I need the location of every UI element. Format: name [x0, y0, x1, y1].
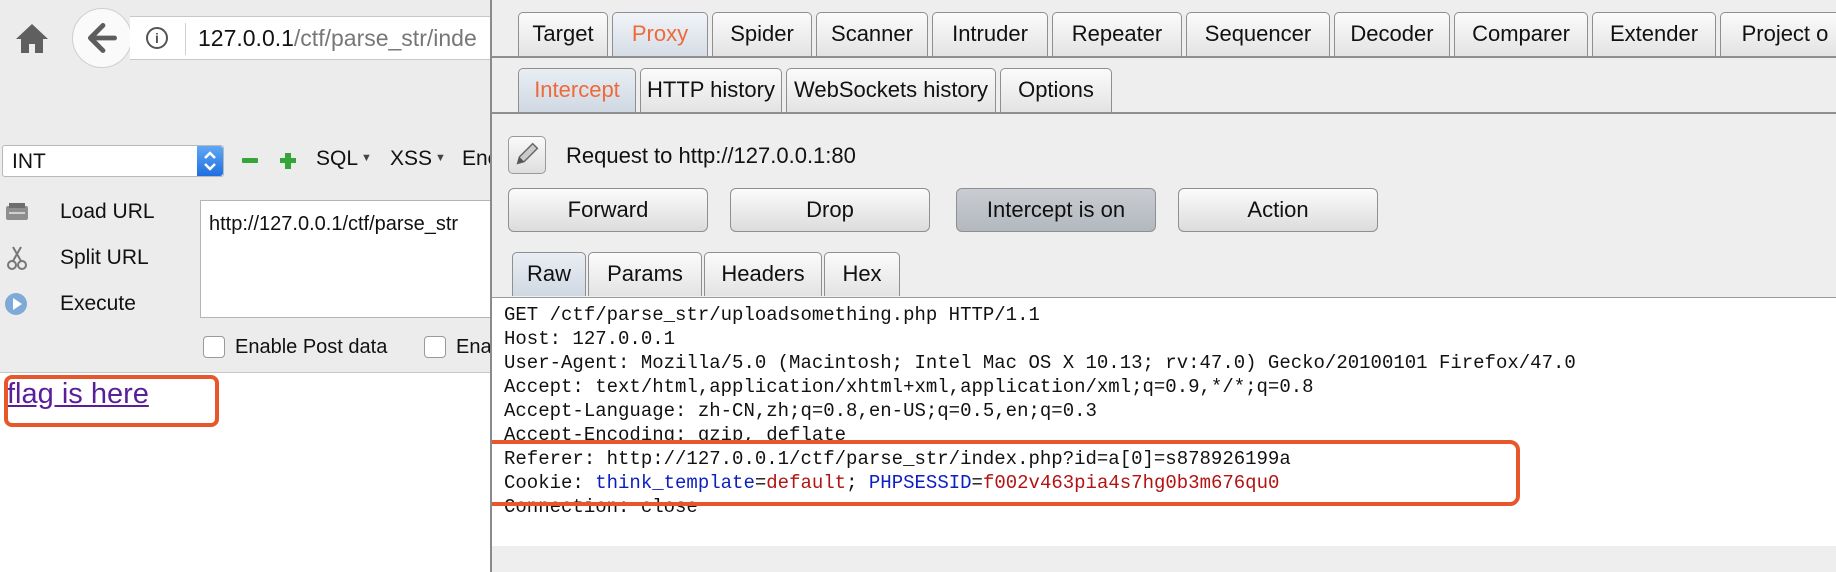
divider [492, 112, 1836, 114]
type-select-value: INT [12, 150, 46, 173]
forward-button[interactable]: Forward [508, 188, 708, 232]
execute-label: Execute [60, 292, 136, 315]
browser-window: i 127.0.0.1/ctf/parse_str/inde INT SQL ▼ … [0, 0, 498, 572]
request-line: GET /ctf/parse_str/uploadsomething.php H… [504, 304, 1040, 326]
tab-repeater[interactable]: Repeater [1052, 12, 1182, 56]
hackbar-toolbar: INT SQL ▼ XSS ▼ Enc Load URL Split URL Exe… [0, 78, 498, 373]
xss-menu[interactable]: XSS ▼ [390, 147, 446, 171]
decrement-icon[interactable] [242, 158, 258, 163]
request-header-host: Host: 127.0.0.1 [504, 328, 676, 350]
tab-hex[interactable]: Hex [824, 252, 900, 296]
increment-icon-bar[interactable] [285, 153, 291, 169]
divider [185, 23, 186, 55]
url-textarea[interactable]: http://127.0.0.1/ctf/parse_str [200, 200, 498, 318]
arrow-left-icon [87, 23, 117, 53]
edit-button[interactable] [508, 136, 546, 174]
request-editor[interactable]: GET /ctf/parse_str/uploadsomething.php H… [492, 297, 1836, 568]
play-icon [5, 293, 27, 315]
dropdown-arrow-icon: ▼ [361, 152, 372, 164]
info-icon[interactable]: i [146, 27, 168, 49]
tab-decoder[interactable]: Decoder [1334, 12, 1450, 56]
tab-comparer[interactable]: Comparer [1454, 12, 1588, 56]
url-host: 127.0.0.1 [198, 25, 294, 51]
dropdown-arrow-icon: ▼ [435, 152, 446, 164]
action-button[interactable]: Action [1178, 188, 1378, 232]
back-button[interactable] [72, 8, 132, 68]
pencil-icon [516, 142, 539, 165]
tab-websockets-history[interactable]: WebSockets history [786, 68, 996, 112]
tab-raw[interactable]: Raw [512, 252, 586, 296]
type-select[interactable]: INT [2, 145, 224, 177]
enable-post-checkbox[interactable] [203, 336, 225, 358]
url-textarea-value: http://127.0.0.1/ctf/parse_str [209, 213, 459, 235]
request-header-accept-language: Accept-Language: zh-CN,zh;q=0.8,en-US;q=… [504, 400, 1097, 422]
tab-spider[interactable]: Spider [712, 12, 812, 56]
url-path: /ctf/parse_str/inde [293, 25, 477, 51]
drop-button[interactable]: Drop [730, 188, 930, 232]
tab-options[interactable]: Options [1000, 68, 1112, 112]
tab-extender[interactable]: Extender [1592, 12, 1716, 56]
highlight-box [4, 375, 219, 427]
request-header-user-agent: User-Agent: Mozilla/5.0 (Macintosh; Inte… [504, 352, 1576, 374]
split-url-label: Split URL [60, 246, 149, 269]
tab-headers[interactable]: Headers [704, 252, 822, 296]
tab-params[interactable]: Params [588, 252, 702, 296]
scissors-icon [7, 246, 27, 270]
tab-intruder[interactable]: Intruder [932, 12, 1048, 56]
browser-navbar: i 127.0.0.1/ctf/parse_str/inde [0, 0, 498, 78]
load-icon [6, 203, 28, 220]
editor-footer [492, 546, 1836, 572]
enable-post-label: Enable Post data [235, 336, 388, 358]
tab-target[interactable]: Target [518, 12, 608, 56]
sql-menu-label: SQL [316, 147, 359, 170]
intercept-toggle-button[interactable]: Intercept is on [956, 188, 1156, 232]
burp-suite-window: Target Proxy Spider Scanner Intruder Rep… [490, 0, 1836, 572]
url-text[interactable]: 127.0.0.1/ctf/parse_str/inde [198, 25, 477, 52]
load-url-button[interactable]: Load URL [0, 192, 170, 232]
execute-button[interactable]: Execute [0, 284, 170, 324]
tab-proxy[interactable]: Proxy [612, 12, 708, 56]
split-url-button[interactable]: Split URL [0, 238, 170, 278]
xss-menu-label: XSS [390, 147, 433, 170]
divider [492, 56, 1836, 58]
address-bar[interactable]: i 127.0.0.1/ctf/parse_str/inde [130, 16, 498, 60]
tab-scanner[interactable]: Scanner [816, 12, 928, 56]
sql-menu[interactable]: SQL ▼ [316, 147, 372, 171]
tab-project-options[interactable]: Project o [1720, 12, 1836, 56]
load-url-label: Load URL [60, 200, 155, 223]
tab-sequencer[interactable]: Sequencer [1186, 12, 1330, 56]
request-target-label: Request to http://127.0.0.1:80 [566, 143, 856, 168]
request-header-accept: Accept: text/html,application/xhtml+xml,… [504, 376, 1314, 398]
highlight-box [492, 440, 1520, 506]
select-arrows-icon[interactable] [197, 146, 223, 176]
tab-intercept[interactable]: Intercept [518, 68, 636, 112]
home-icon[interactable] [12, 20, 52, 56]
enable-referrer-checkbox[interactable] [424, 336, 446, 358]
tab-http-history[interactable]: HTTP history [640, 68, 782, 112]
